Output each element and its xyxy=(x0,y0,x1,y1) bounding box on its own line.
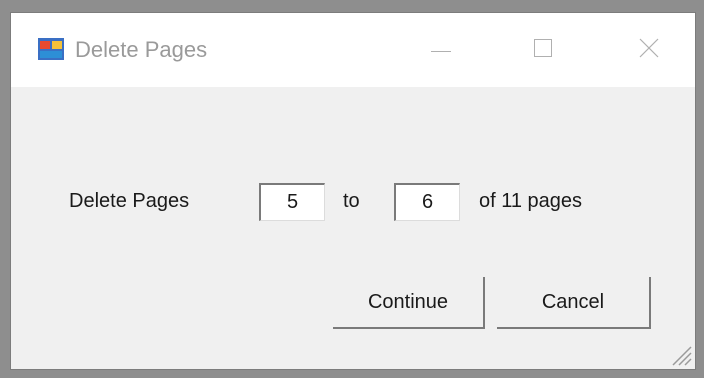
minimize-button[interactable] xyxy=(421,31,461,65)
close-icon xyxy=(639,38,659,58)
title-bar[interactable]: Delete Pages xyxy=(11,13,695,87)
cancel-button[interactable]: Cancel xyxy=(497,277,651,329)
total-pages-label: of 11 pages xyxy=(479,190,583,212)
to-page-input[interactable] xyxy=(394,183,460,221)
dialog-body: Delete Pages to of 11 pages Continue Can… xyxy=(11,87,695,369)
from-page-input[interactable] xyxy=(259,183,325,221)
maximize-icon xyxy=(534,39,552,57)
window-title: Delete Pages xyxy=(75,37,208,62)
delete-pages-label: Delete Pages xyxy=(69,190,190,212)
minimize-icon xyxy=(431,50,451,52)
continue-button[interactable]: Continue xyxy=(333,277,485,329)
close-button[interactable] xyxy=(629,31,669,65)
maximize-button[interactable] xyxy=(523,31,563,65)
delete-pages-dialog: Delete Pages Delete Pages to of 11 pages… xyxy=(10,12,696,370)
to-label: to xyxy=(343,190,360,212)
resize-grip-icon[interactable] xyxy=(667,341,693,367)
app-window-icon xyxy=(38,38,64,60)
